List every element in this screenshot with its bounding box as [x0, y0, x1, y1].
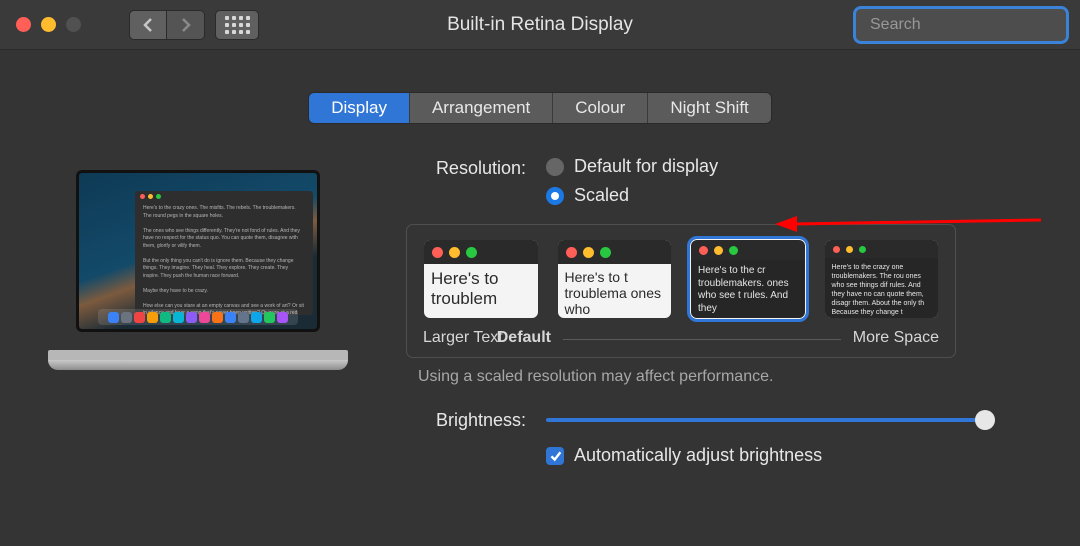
tab-night-shift[interactable]: Night Shift	[648, 93, 770, 123]
radio-scaled[interactable]: Scaled	[546, 185, 718, 206]
display-preview: Here's to the crazy ones. The misfits. T…	[48, 156, 358, 466]
show-all-prefs-button[interactable]	[215, 10, 259, 40]
scale-label-left: Larger Text	[423, 329, 503, 347]
tab-bar: Display Arrangement Colour Night Shift	[0, 92, 1080, 124]
chevron-right-icon	[180, 17, 192, 33]
close-window-button[interactable]	[16, 17, 31, 32]
grid-icon	[225, 16, 250, 34]
scale-option-selected[interactable]: Here's to the cr troublemakers. ones who…	[690, 239, 806, 319]
search-input[interactable]	[870, 16, 1077, 34]
checkbox-checked-icon	[546, 447, 564, 465]
auto-brightness-checkbox[interactable]: Automatically adjust brightness	[546, 445, 1056, 466]
window-title: Built-in Retina Display	[447, 14, 633, 36]
radio-default-for-display[interactable]: Default for display	[546, 156, 718, 177]
nav-back-forward	[129, 10, 205, 40]
slider-knob-icon[interactable]	[975, 410, 995, 430]
scale-label-default: Default	[497, 329, 551, 347]
brightness-slider[interactable]	[546, 418, 986, 422]
radio-icon	[546, 158, 564, 176]
titlebar: Built-in Retina Display	[0, 0, 1080, 50]
radio-label: Scaled	[574, 185, 629, 206]
tab-display[interactable]: Display	[309, 93, 410, 123]
zoom-window-button	[66, 17, 81, 32]
back-button[interactable]	[129, 10, 167, 40]
auto-brightness-label: Automatically adjust brightness	[574, 445, 822, 466]
scale-label-right: More Space	[853, 329, 939, 347]
radio-label: Default for display	[574, 156, 718, 177]
resolution-label: Resolution:	[406, 156, 526, 179]
scale-option-larger-text[interactable]: Here's to troublem	[423, 239, 539, 319]
minimize-window-button[interactable]	[41, 17, 56, 32]
scale-option-more-space[interactable]: Here's to the crazy one troublemakers. T…	[824, 239, 940, 319]
chevron-left-icon	[142, 17, 154, 33]
brightness-label: Brightness:	[406, 408, 526, 431]
scale-divider	[563, 339, 841, 340]
window-controls	[16, 17, 81, 32]
scale-option-default[interactable]: Here's to t troublema ones who	[557, 239, 673, 319]
radio-icon	[546, 187, 564, 205]
forward-button	[167, 10, 205, 40]
tab-colour[interactable]: Colour	[553, 93, 648, 123]
search-field-wrap[interactable]	[856, 9, 1066, 41]
resolution-scale-picker: Here's to troublem Here's to t troublema…	[406, 224, 956, 358]
resolution-hint: Using a scaled resolution may affect per…	[418, 368, 1056, 386]
tab-arrangement[interactable]: Arrangement	[410, 93, 553, 123]
